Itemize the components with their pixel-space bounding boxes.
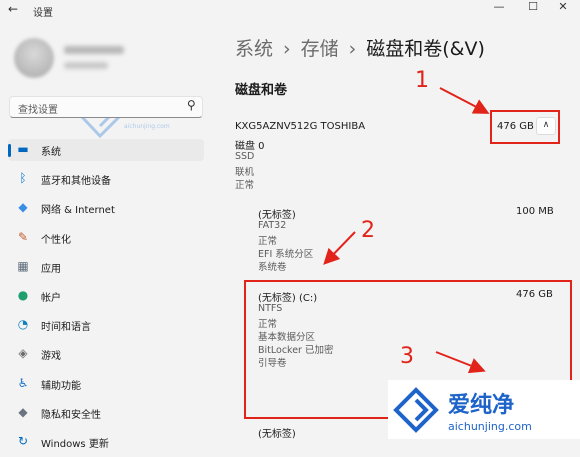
arrow-3 (435, 351, 486, 374)
watermark-logo: 爱纯净 aichunjing.com (388, 380, 580, 439)
svg-text:爱纯净: 爱纯净 (448, 392, 514, 418)
svg-text:aichunjing.com: aichunjing.com (448, 420, 532, 433)
arrow-2 (323, 231, 356, 265)
arrow-1 (439, 87, 490, 114)
annotation-arrows (323, 87, 490, 374)
